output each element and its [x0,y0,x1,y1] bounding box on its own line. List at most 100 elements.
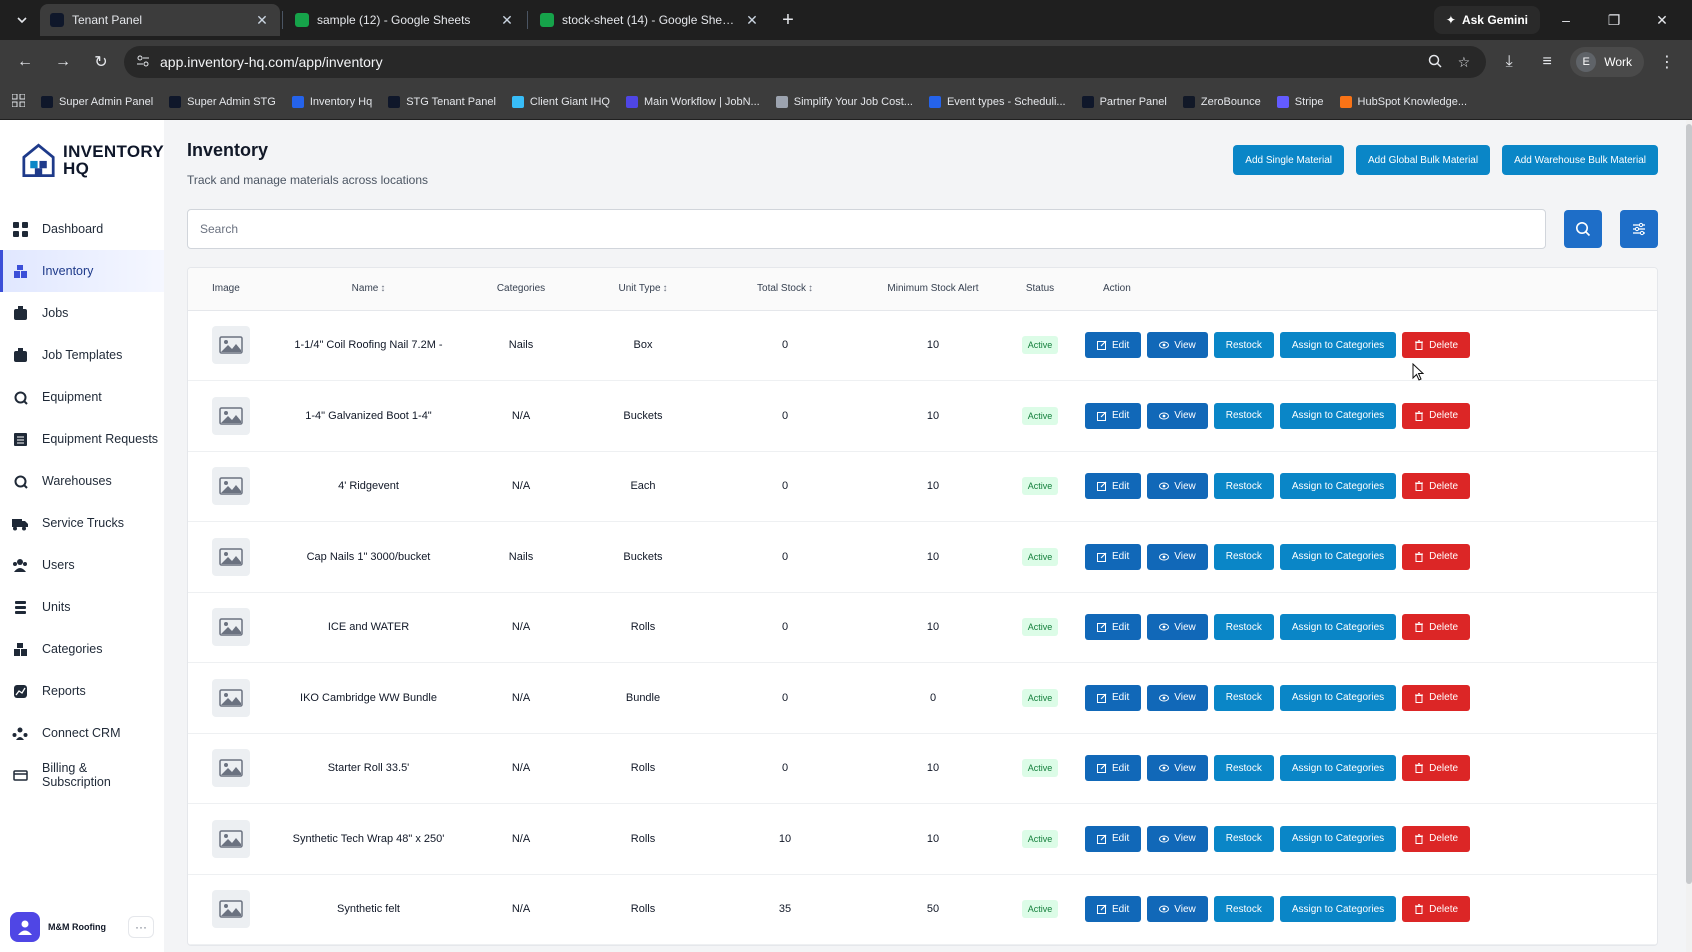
bookmark-star-icon[interactable]: ☆ [1458,54,1471,71]
sidebar-item-jobs[interactable]: Jobs [0,292,164,334]
edit-button[interactable]: Edit [1085,543,1142,570]
view-button[interactable]: View [1147,825,1208,852]
user-more-button[interactable]: ··· [128,916,154,938]
edit-button[interactable]: Edit [1085,614,1142,641]
restock-button[interactable]: Restock [1213,402,1274,429]
edit-button[interactable]: Edit [1085,402,1142,429]
reading-list-icon[interactable]: ≡ [1532,47,1562,77]
sort-icon[interactable]: ↕ [380,283,385,294]
add-single-material-button[interactable]: Add Single Material [1233,145,1345,175]
sidebar-item-equipment-requests[interactable]: Equipment Requests [0,418,164,460]
sort-icon[interactable]: ↕ [663,283,668,294]
assign-to-categories-button[interactable]: Assign to Categories [1279,896,1397,923]
col-name[interactable]: Name ↕ [276,268,461,311]
delete-button[interactable]: Delete [1402,684,1471,711]
restock-button[interactable]: Restock [1213,543,1274,570]
filter-button[interactable] [1620,210,1658,248]
site-settings-icon[interactable] [136,54,150,71]
assign-to-categories-button[interactable]: Assign to Categories [1279,402,1397,429]
delete-button[interactable]: Delete [1402,543,1471,570]
minimize-button[interactable]: – [1544,12,1588,28]
browser-menu-icon[interactable]: ⋮ [1652,47,1682,77]
back-button[interactable]: ← [10,47,40,77]
delete-button[interactable]: Delete [1402,896,1471,923]
assign-to-categories-button[interactable]: Assign to Categories [1279,755,1397,782]
delete-button[interactable]: Delete [1402,755,1471,782]
zoom-icon[interactable] [1428,54,1442,71]
bookmark-item[interactable]: Partner Panel [1081,95,1167,108]
assign-to-categories-button[interactable]: Assign to Categories [1279,684,1397,711]
sidebar-item-job-templates[interactable]: Job Templates [0,334,164,376]
bookmark-item[interactable]: HubSpot Knowledge... [1339,95,1467,108]
reload-button[interactable]: ↻ [86,47,116,77]
profile-button[interactable]: E Work [1570,47,1644,77]
edit-button[interactable]: Edit [1085,684,1142,711]
delete-button[interactable]: Delete [1402,332,1471,359]
view-button[interactable]: View [1147,332,1208,359]
delete-button[interactable]: Delete [1402,614,1471,641]
bookmark-item[interactable]: Stripe [1276,95,1324,108]
browser-tab[interactable]: Tenant Panel ✕ [40,4,280,36]
tab-search-icon[interactable] [8,6,36,34]
sidebar-item-categories[interactable]: Categories [0,628,164,670]
sidebar-item-connect-crm[interactable]: Connect CRM [0,712,164,754]
assign-to-categories-button[interactable]: Assign to Categories [1279,614,1397,641]
sort-icon[interactable]: ↕ [808,283,813,294]
view-button[interactable]: View [1147,543,1208,570]
close-window-button[interactable]: ✕ [1640,12,1684,29]
restock-button[interactable]: Restock [1213,614,1274,641]
ask-gemini-button[interactable]: ✦ Ask Gemini [1433,6,1540,34]
restock-button[interactable]: Restock [1213,825,1274,852]
browser-tab[interactable]: stock-sheet (14) - Google Sheets ✕ [530,4,770,36]
apps-grid-icon[interactable] [11,93,26,110]
bookmark-item[interactable]: STG Tenant Panel [388,95,496,108]
sidebar-item-dashboard[interactable]: Dashboard [0,208,164,250]
browser-tab[interactable]: sample (12) - Google Sheets ✕ [285,4,525,36]
bookmark-item[interactable]: Simplify Your Job Cost... [775,95,913,108]
bookmark-item[interactable]: ZeroBounce [1182,95,1261,108]
app-logo[interactable]: INVENTORY HQ [0,120,164,200]
view-button[interactable]: View [1147,896,1208,923]
assign-to-categories-button[interactable]: Assign to Categories [1279,543,1397,570]
bookmark-item[interactable]: Super Admin STG [169,95,276,108]
page-scrollbar-thumb[interactable] [1686,124,1692,884]
sidebar-item-warehouses[interactable]: Warehouses [0,460,164,502]
url-text[interactable]: app.inventory-hq.com/app/inventory [160,54,383,70]
sidebar-item-units[interactable]: Units [0,586,164,628]
sidebar-item-inventory[interactable]: Inventory [0,250,164,292]
search-input[interactable] [187,209,1546,249]
bookmark-item[interactable]: Super Admin Panel [41,95,153,108]
view-button[interactable]: View [1147,684,1208,711]
bookmark-item[interactable]: Event types - Scheduli... [928,95,1066,108]
edit-button[interactable]: Edit [1085,825,1142,852]
bookmark-item[interactable]: Client Giant IHQ [511,95,610,108]
edit-button[interactable]: Edit [1085,896,1142,923]
address-bar[interactable]: app.inventory-hq.com/app/inventory ☆ [124,46,1487,78]
edit-button[interactable]: Edit [1085,755,1142,782]
assign-to-categories-button[interactable]: Assign to Categories [1279,825,1397,852]
sidebar-item-reports[interactable]: Reports [0,670,164,712]
restock-button[interactable]: Restock [1213,473,1274,500]
tab-close-icon[interactable]: ✕ [254,12,270,29]
view-button[interactable]: View [1147,614,1208,641]
forward-button[interactable]: → [48,47,78,77]
sidebar-item-users[interactable]: Users [0,544,164,586]
user-avatar[interactable] [10,912,40,942]
col-unit-type[interactable]: Unit Type ↕ [581,268,705,311]
tab-close-icon[interactable]: ✕ [499,12,515,29]
restock-button[interactable]: Restock [1213,332,1274,359]
restock-button[interactable]: Restock [1213,684,1274,711]
sidebar-item-equipment[interactable]: Equipment [0,376,164,418]
view-button[interactable]: View [1147,755,1208,782]
assign-to-categories-button[interactable]: Assign to Categories [1279,332,1397,359]
col-total-stock[interactable]: Total Stock ↕ [705,268,865,311]
restock-button[interactable]: Restock [1213,755,1274,782]
new-tab-button[interactable]: + [774,6,802,34]
delete-button[interactable]: Delete [1402,473,1471,500]
sidebar-item-billing-subscription[interactable]: Billing & Subscription [0,754,164,796]
search-button[interactable] [1564,210,1602,248]
edit-button[interactable]: Edit [1085,332,1142,359]
bookmark-item[interactable]: Main Workflow | JobN... [625,95,760,108]
bookmark-item[interactable]: Inventory Hq [291,95,372,108]
edit-button[interactable]: Edit [1085,473,1142,500]
